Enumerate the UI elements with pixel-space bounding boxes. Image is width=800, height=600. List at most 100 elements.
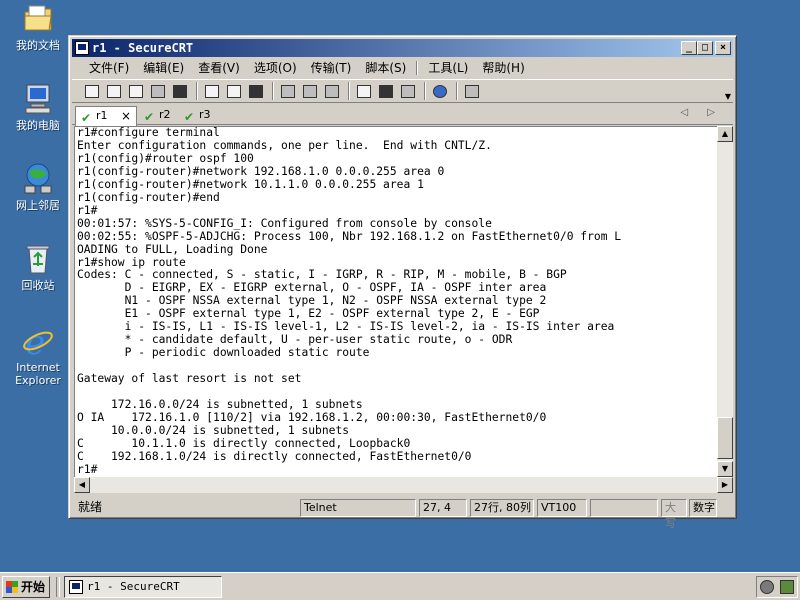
- window-titlebar[interactable]: r1 - SecureCRT _ □ ×: [72, 39, 733, 57]
- key-icon: [401, 84, 415, 98]
- windows-flag-icon: [6, 581, 18, 593]
- scroll-up-button[interactable]: ▲: [717, 126, 733, 142]
- about-button[interactable]: [462, 82, 482, 100]
- menu-options[interactable]: 选项(O): [247, 58, 304, 78]
- system-tray: [756, 576, 798, 598]
- tray-volume-icon[interactable]: [760, 580, 774, 594]
- terminal-text: r1#configure terminal Enter configuratio…: [77, 126, 622, 476]
- vertical-scrollbar[interactable]: ▲ ▼: [717, 126, 733, 477]
- quick-connect-button[interactable]: [104, 82, 124, 100]
- status-num-lock: 数字: [689, 499, 717, 517]
- start-label: 开始: [21, 580, 46, 594]
- help-icon: [433, 84, 447, 98]
- menu-tools[interactable]: 工具(L): [421, 58, 475, 78]
- desktop-icon-my-documents[interactable]: 我的文档: [4, 2, 72, 52]
- desktop-icon-internet-explorer[interactable]: e Internet Explorer: [4, 323, 72, 387]
- menu-edit[interactable]: 编辑(E): [136, 58, 191, 78]
- paste-icon: [227, 84, 241, 98]
- menu-bar: 文件(F) 编辑(E) 查看(V) 选项(O) 传输(T) 脚本(S) 工具(L…: [72, 58, 733, 78]
- tab-r1[interactable]: ✔ r1 ×: [75, 106, 137, 126]
- terminal-output[interactable]: r1#configure terminal Enter configuratio…: [74, 126, 717, 477]
- tray-network-icon[interactable]: [780, 580, 794, 594]
- taskbar-separator: [56, 577, 60, 597]
- desktop-icon-network-places[interactable]: 网上邻居: [4, 162, 72, 212]
- desktop-icon-label: Internet Explorer: [15, 361, 61, 387]
- session-options-icon: [357, 84, 371, 98]
- status-emulation: VT100: [537, 499, 587, 517]
- toolbar-separator: [424, 82, 426, 100]
- status-blank: [590, 499, 658, 517]
- window-title: r1 - SecureCRT: [92, 41, 194, 55]
- print-selection-icon: [303, 84, 317, 98]
- reconnect-icon: [151, 84, 165, 98]
- start-button[interactable]: 开始: [2, 576, 50, 598]
- toolbar-separator: [456, 82, 458, 100]
- menu-view[interactable]: 查看(V): [191, 58, 247, 78]
- global-options-button[interactable]: [376, 82, 396, 100]
- close-button[interactable]: ×: [715, 41, 731, 55]
- toolbar-separator: [196, 82, 198, 100]
- connect-tab-icon: [129, 84, 143, 98]
- tab-r2[interactable]: ✔ r2: [139, 106, 179, 125]
- help-button[interactable]: [430, 82, 450, 100]
- desktop-icon-label: 我的文档: [16, 39, 60, 52]
- quick-connect-icon: [107, 84, 121, 98]
- status-protocol: Telnet: [300, 499, 416, 517]
- taskbar: 开始 r1 - SecureCRT: [0, 572, 800, 600]
- securecrt-window: r1 - SecureCRT _ □ × 文件(F) 编辑(E) 查看(V) 选…: [68, 35, 737, 530]
- tab-scroll-arrows[interactable]: ◁ ▷: [680, 107, 723, 118]
- toolbar-overflow-icon[interactable]: ▼: [725, 92, 731, 101]
- connect-button[interactable]: [82, 82, 102, 100]
- tab-r3[interactable]: ✔ r3: [179, 106, 219, 125]
- scroll-left-button[interactable]: ◀: [74, 477, 90, 493]
- copy-icon: [205, 84, 219, 98]
- status-ready: 就绪: [78, 500, 103, 514]
- desktop-icon-label: 网上邻居: [16, 199, 60, 212]
- print-selection-button[interactable]: [300, 82, 320, 100]
- print-setup-button[interactable]: [322, 82, 342, 100]
- network-places-icon: [21, 162, 55, 196]
- menu-separator: [416, 61, 419, 75]
- copy-button[interactable]: [202, 82, 222, 100]
- gear-icon: [379, 84, 393, 98]
- connected-check-icon: ✔: [144, 110, 155, 124]
- disconnect-icon: [173, 84, 187, 98]
- connect-tab-button[interactable]: [126, 82, 146, 100]
- menu-transfer[interactable]: 传输(T): [304, 58, 359, 78]
- paste-button[interactable]: [224, 82, 244, 100]
- minimize-button[interactable]: _: [681, 41, 697, 55]
- keymap-button[interactable]: [398, 82, 418, 100]
- status-terminal-size: 27行, 80列: [470, 499, 534, 517]
- find-button[interactable]: [246, 82, 266, 100]
- tab-close-icon[interactable]: ×: [121, 107, 131, 125]
- menu-help[interactable]: 帮助(H): [475, 58, 531, 78]
- menu-script[interactable]: 脚本(S): [358, 58, 413, 78]
- toolbar: ▼: [72, 79, 733, 103]
- my-documents-icon: [21, 2, 55, 36]
- vertical-scroll-thumb[interactable]: [717, 417, 733, 459]
- status-cursor-position: 27, 4: [419, 499, 467, 517]
- printer-icon: [325, 84, 339, 98]
- maximize-button[interactable]: □: [697, 41, 713, 55]
- scroll-down-button[interactable]: ▼: [717, 461, 733, 477]
- binoculars-icon: [249, 84, 263, 98]
- print-button[interactable]: [278, 82, 298, 100]
- print-icon: [281, 84, 295, 98]
- horizontal-scrollbar[interactable]: ◀ ▶: [74, 477, 733, 493]
- status-caps-lock: 大写: [661, 499, 687, 530]
- my-computer-icon: [21, 82, 55, 116]
- menu-file[interactable]: 文件(F): [82, 58, 136, 78]
- internet-explorer-icon: e: [21, 323, 55, 363]
- scroll-right-button[interactable]: ▶: [717, 477, 733, 493]
- reconnect-button[interactable]: [148, 82, 168, 100]
- disconnect-button[interactable]: [170, 82, 190, 100]
- desktop-icon-label: 我的电脑: [16, 119, 60, 132]
- taskbar-item-securecrt[interactable]: r1 - SecureCRT: [64, 576, 222, 598]
- tab-label: r2: [159, 108, 171, 121]
- taskbar-item-label: r1 - SecureCRT: [87, 580, 180, 593]
- session-tabbar: ✔ r1 × ✔ r2 ✔ r3 ◁ ▷: [72, 104, 733, 126]
- toolbar-separator: [348, 82, 350, 100]
- desktop-icon-my-computer[interactable]: 我的电脑: [4, 82, 72, 132]
- desktop-icon-recycle-bin[interactable]: 回收站: [4, 242, 72, 292]
- session-options-button[interactable]: [354, 82, 374, 100]
